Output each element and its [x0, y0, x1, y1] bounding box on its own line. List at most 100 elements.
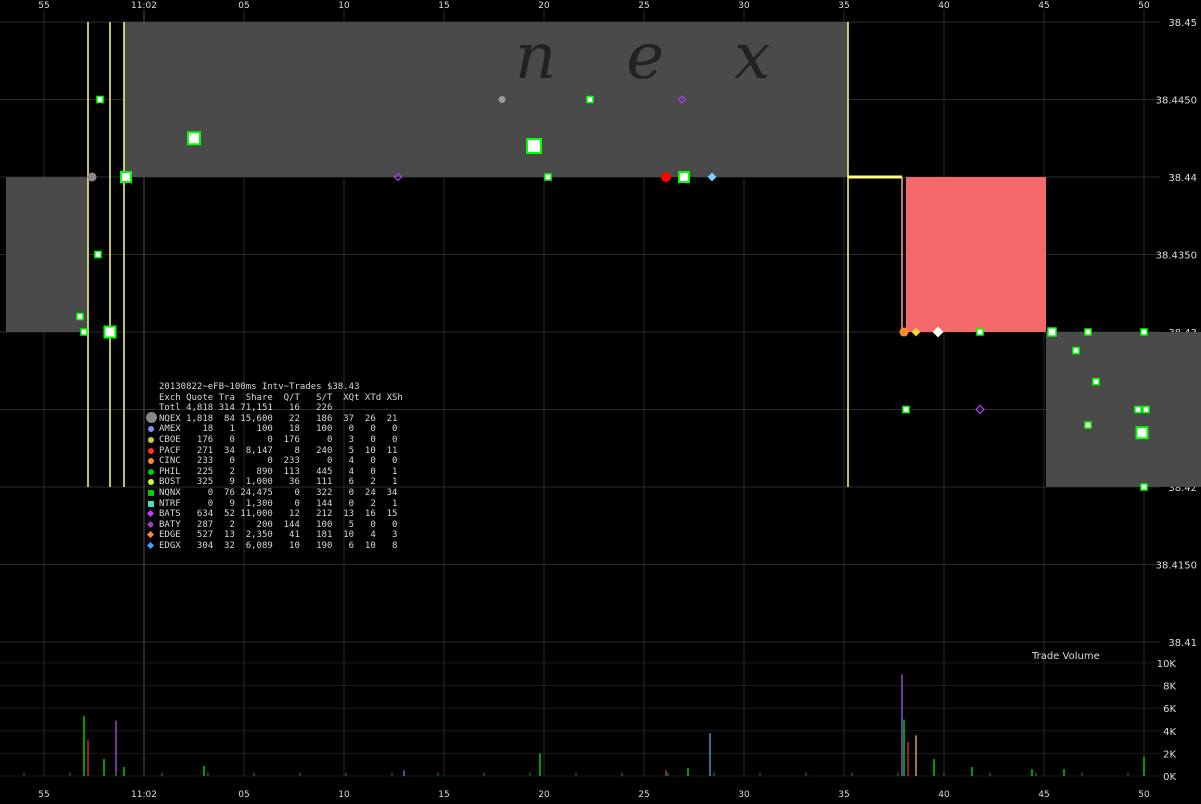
- quote-marker: [1092, 377, 1100, 386]
- exchange-marker-icon: [146, 520, 155, 528]
- time-tick-label-top: 20: [538, 1, 550, 11]
- stats-row-text: BATS 634 52 11,000 12 212 13 16 15: [159, 509, 398, 520]
- quote-marker: [80, 328, 88, 336]
- stats-row: BATY 287 2 200 144 100 5 0 0: [146, 520, 403, 531]
- time-tick-label-top: 45: [1038, 1, 1049, 11]
- quote-marker: [103, 325, 117, 339]
- stats-row-text: BATY 287 2 200 144 100 5 0 0: [159, 519, 398, 530]
- quote-marker: [526, 138, 542, 154]
- price-tick-label: 38.4150: [1156, 561, 1197, 572]
- quote-marker: [1142, 405, 1150, 414]
- stats-row: Totl 4,818 314 71,151 16 226: [146, 403, 403, 414]
- nbbo-band: [906, 177, 1046, 332]
- quote-marker: [1084, 421, 1092, 429]
- price-tick-label: 38.4450: [1156, 96, 1197, 107]
- stats-row: NQEX 1,818 84 15,600 22 186 37 26 21: [146, 411, 403, 425]
- exchange-marker-icon: [146, 531, 155, 539]
- quote-marker: [76, 312, 84, 321]
- quote-marker: [899, 327, 909, 337]
- stats-row-text: NTRF 0 9 1,300 0 144 0 2 1: [159, 498, 398, 509]
- stats-row-text: AMEX 18 1 100 18 100 0 0 0: [159, 424, 398, 435]
- time-tick-label-bottom: 11:02: [131, 790, 157, 800]
- volume-axis-label: Trade Volume: [1032, 651, 1100, 662]
- stats-row-text: NQNX 0 76 24,475 0 322 0 24 34: [159, 487, 398, 498]
- quote-marker: [544, 173, 552, 181]
- quote-marker: [1072, 346, 1080, 355]
- quote-marker: [678, 171, 690, 183]
- time-tick-label-top: 50: [1138, 1, 1150, 11]
- volume-tick-label: 10K: [1157, 659, 1177, 670]
- time-tick-label-top: 30: [738, 1, 750, 11]
- quote-marker: [498, 96, 506, 103]
- time-tick-label-top: 10: [338, 1, 350, 11]
- volume-tick-label: 6K: [1163, 704, 1176, 715]
- time-tick-label-top: 55: [38, 1, 49, 11]
- stats-row: BOST 325 9 1,000 36 111 6 2 1: [146, 477, 403, 488]
- stats-row-text: CBOE 176 0 0 176 0 3 0 0: [159, 434, 398, 445]
- stats-header: Exch Quote Tra Share Q/T S/T XQt XTd XSh: [159, 392, 403, 403]
- exchange-marker-icon: [148, 447, 154, 454]
- stats-row-text: PACF 271 34 8,147 8 240 5 10 11: [159, 445, 398, 456]
- stats-row-text: EDGX 304 32 6,089 10 190 6 10 8: [159, 540, 398, 551]
- time-tick-label-bottom: 25: [638, 790, 649, 800]
- quote-marker: [1140, 483, 1148, 491]
- stats-row-text: EDGE 527 13 2,350 41 181 10 4 3: [159, 530, 398, 541]
- stats-row-text: NQEX 1,818 84 15,600 22 186 37 26 21: [159, 413, 398, 424]
- quote-marker: [976, 328, 984, 336]
- quote-marker: [902, 405, 910, 414]
- exchange-marker-icon: [146, 411, 157, 423]
- stats-rows: Totl 4,818 314 71,151 16 226 NQEX 1,818 8…: [146, 403, 403, 551]
- exchange-marker-icon: [148, 489, 154, 496]
- exchange-marker-icon: [146, 510, 155, 518]
- time-tick-label-bottom: 10: [338, 790, 350, 800]
- quote-marker: [87, 172, 97, 182]
- time-tick-label-bottom: 05: [238, 790, 249, 800]
- stats-row-text: Totl 4,818 314 71,151 16 226: [159, 403, 333, 414]
- exchange-marker-icon: [146, 541, 155, 549]
- quote-marker: [1135, 426, 1149, 440]
- time-tick-label-bottom: 15: [438, 790, 449, 800]
- quote-marker: [1134, 405, 1142, 414]
- time-tick-label-top: 25: [638, 1, 649, 11]
- time-tick-label-bottom: 40: [938, 790, 950, 800]
- stats-row: CBOE 176 0 0 176 0 3 0 0: [146, 435, 403, 446]
- time-tick-label-top: 35: [838, 1, 849, 11]
- quote-marker: [96, 95, 104, 104]
- time-tick-label-top: 40: [938, 1, 950, 11]
- stats-row-text: BOST 325 9 1,000 36 111 6 2 1: [159, 477, 398, 488]
- stats-row: BATS 634 52 11,000 12 212 13 16 15: [146, 509, 403, 520]
- stats-row: EDGX 304 32 6,089 10 190 6 10 8: [146, 541, 403, 552]
- stats-row: CINC 233 0 0 233 0 4 0 0: [146, 456, 403, 467]
- price-tick-label: 38.44: [1168, 173, 1197, 184]
- stats-row: PACF 271 34 8,147 8 240 5 10 11: [146, 446, 403, 457]
- time-tick-label-top: 05: [238, 1, 249, 11]
- quote-marker: [120, 171, 132, 183]
- time-tick-label-bottom: 45: [1038, 790, 1049, 800]
- stats-row: AMEX 18 1 100 18 100 0 0 0: [146, 424, 403, 435]
- exchange-marker-icon: [148, 426, 154, 433]
- quote-marker: [1084, 328, 1092, 336]
- stats-title: 20130822~eFB~100ms Intv~Trades $38.43: [159, 382, 360, 392]
- time-tick-label-bottom: 55: [38, 790, 49, 800]
- nbbo-band: [1046, 332, 1201, 487]
- price-tick-label: 38.4350: [1156, 251, 1197, 262]
- stats-row: EDGE 527 13 2,350 41 181 10 4 3: [146, 530, 403, 541]
- stats-row: PHIL 225 2 890 113 445 4 0 1: [146, 467, 403, 478]
- time-tick-label-top: 11:02: [131, 1, 157, 11]
- exchange-marker-icon: [148, 436, 154, 443]
- stats-row: NTRF 0 9 1,300 0 144 0 2 1: [146, 499, 403, 510]
- quote-marker: [661, 172, 671, 182]
- volume-tick-label: 4K: [1163, 727, 1176, 738]
- time-tick-label-top: 15: [438, 1, 449, 11]
- price-tick-label: 38.45: [1168, 18, 1197, 29]
- exchange-marker-icon: [148, 458, 154, 465]
- time-tick-label-bottom: 20: [538, 790, 550, 800]
- exchange-marker-icon: [148, 479, 154, 486]
- exchange-marker-icon: [148, 468, 154, 475]
- nbbo-band: [6, 177, 88, 332]
- price-tick-label: 38.41: [1168, 638, 1197, 649]
- quote-marker: [586, 95, 594, 104]
- volume-tick-label: 2K: [1163, 749, 1176, 760]
- quote-marker: [187, 131, 201, 146]
- stats-row-text: PHIL 225 2 890 113 445 4 0 1: [159, 466, 398, 477]
